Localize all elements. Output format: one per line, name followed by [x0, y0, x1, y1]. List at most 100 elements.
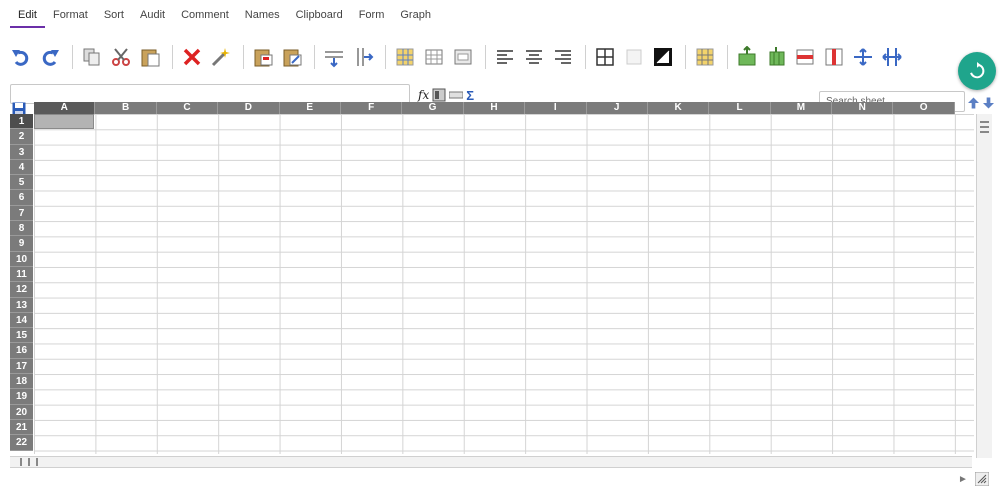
sum-icon[interactable]: Σ [466, 87, 474, 103]
cell-grid-button[interactable] [421, 44, 447, 70]
column-header-m[interactable]: M [770, 102, 833, 114]
row-header-11[interactable]: 11 [10, 266, 33, 283]
row-header-2[interactable]: 2 [10, 129, 33, 145]
insert-column-button[interactable] [350, 44, 376, 70]
column-header-e[interactable]: E [279, 102, 341, 114]
row-header-3[interactable]: 3 [10, 144, 33, 160]
column-highlight-button[interactable] [692, 44, 718, 70]
row-header-15[interactable]: 15 [10, 328, 33, 344]
column-header-f[interactable]: F [340, 102, 403, 114]
insert-rows-above-icon [738, 46, 756, 66]
column-header-o[interactable]: O [893, 102, 955, 114]
tab-form[interactable]: Form [351, 6, 393, 28]
column-header-d[interactable]: D [218, 102, 280, 114]
row-header-8[interactable]: 8 [10, 221, 33, 237]
redo-button[interactable] [37, 44, 63, 70]
row-header-1[interactable]: 1 [10, 114, 33, 130]
borders-button[interactable] [592, 44, 618, 70]
cell-link-icon[interactable] [449, 87, 464, 103]
row-header-22[interactable]: 22 [10, 435, 33, 451]
row-header-17[interactable]: 17 [10, 358, 33, 375]
align-right-button[interactable] [550, 44, 576, 70]
active-cell[interactable] [34, 114, 94, 129]
column-header-k[interactable]: K [647, 102, 710, 114]
tab-format[interactable]: Format [45, 6, 96, 28]
horizontal-scrollbar[interactable] [10, 456, 972, 468]
delete-button[interactable] [179, 44, 205, 70]
row-header-10[interactable]: 10 [10, 251, 33, 267]
search-up-button[interactable] [967, 96, 979, 110]
column-header-h[interactable]: H [463, 102, 526, 114]
resize-grip-icon[interactable] [975, 472, 989, 486]
cut-button[interactable] [108, 44, 134, 70]
tab-comment[interactable]: Comment [173, 6, 237, 28]
refresh-button[interactable] [958, 52, 996, 90]
column-header-l[interactable]: L [709, 102, 771, 114]
toolbar-separator [72, 45, 73, 69]
merge-cells-button[interactable] [450, 44, 476, 70]
tab-clipboard[interactable]: Clipboard [288, 6, 351, 28]
column-header-i[interactable]: I [525, 102, 587, 114]
row-header-5[interactable]: 5 [10, 175, 33, 191]
row-header-14[interactable]: 14 [10, 312, 33, 329]
undo-button[interactable] [8, 44, 34, 70]
function-icon[interactable]: fx [418, 87, 429, 103]
insert-cols-left-button[interactable] [763, 44, 789, 70]
row-header-21[interactable]: 21 [10, 419, 33, 436]
copy-button[interactable] [79, 44, 105, 70]
undo-icon [12, 50, 29, 66]
align-center-button[interactable] [521, 44, 547, 70]
tab-edit[interactable]: Edit [10, 6, 45, 28]
row-header-16[interactable]: 16 [10, 343, 33, 359]
formula-input[interactable] [10, 84, 410, 104]
tab-names[interactable]: Names [237, 6, 288, 28]
column-header-b[interactable]: B [95, 102, 157, 114]
row-header-9[interactable]: 9 [10, 236, 33, 252]
tab-graph[interactable]: Graph [392, 6, 439, 28]
row-header-12[interactable]: 12 [10, 282, 33, 298]
move-row-button[interactable] [850, 44, 876, 70]
no-border-button[interactable] [621, 44, 647, 70]
refresh-icon [970, 62, 985, 79]
tab-audit[interactable]: Audit [132, 6, 173, 28]
borders-icon [596, 48, 614, 66]
delete-row-button[interactable] [792, 44, 818, 70]
row-header-6[interactable]: 6 [10, 190, 33, 206]
align-left-button[interactable] [492, 44, 518, 70]
row-header-18[interactable]: 18 [10, 374, 33, 390]
cell-grid[interactable] [34, 114, 974, 454]
range-picker-icon[interactable] [432, 87, 446, 103]
column-header-a[interactable]: A [34, 102, 96, 114]
swap-colors-button[interactable] [650, 44, 676, 70]
paste-values-icon [283, 49, 302, 67]
tab-sort[interactable]: Sort [96, 6, 132, 28]
column-header-g[interactable]: G [402, 102, 464, 114]
paste-formats-button[interactable] [250, 44, 276, 70]
fill-color-button[interactable] [392, 44, 418, 70]
delete-column-button[interactable] [821, 44, 847, 70]
row-header-19[interactable]: 19 [10, 389, 33, 405]
wand-button[interactable] [208, 44, 234, 70]
horizontal-scroll-thumb[interactable] [20, 457, 54, 467]
no-border-icon [626, 49, 642, 65]
insert-rows-above-button[interactable] [734, 44, 760, 70]
paste-button[interactable] [137, 44, 163, 70]
insert-row-button[interactable] [321, 44, 347, 70]
paste-formats-icon [254, 49, 273, 67]
row-header-13[interactable]: 13 [10, 297, 33, 313]
toolbar-separator [585, 45, 586, 69]
vertical-scrollbar[interactable] [976, 114, 992, 458]
column-highlight-icon [696, 48, 714, 66]
row-header-7[interactable]: 7 [10, 205, 33, 222]
move-column-button[interactable] [879, 44, 905, 70]
row-header-20[interactable]: 20 [10, 404, 33, 420]
paste-values-button[interactable] [279, 44, 305, 70]
vertical-scroll-thumb[interactable] [979, 118, 990, 154]
column-header-c[interactable]: C [156, 102, 219, 114]
row-header-4[interactable]: 4 [10, 159, 33, 176]
column-header-n[interactable]: N [832, 102, 894, 114]
column-header-j[interactable]: J [586, 102, 648, 114]
scroll-right-icon[interactable]: ► [958, 474, 970, 486]
search-down-button[interactable] [982, 96, 994, 110]
toolbar-separator [485, 45, 486, 69]
